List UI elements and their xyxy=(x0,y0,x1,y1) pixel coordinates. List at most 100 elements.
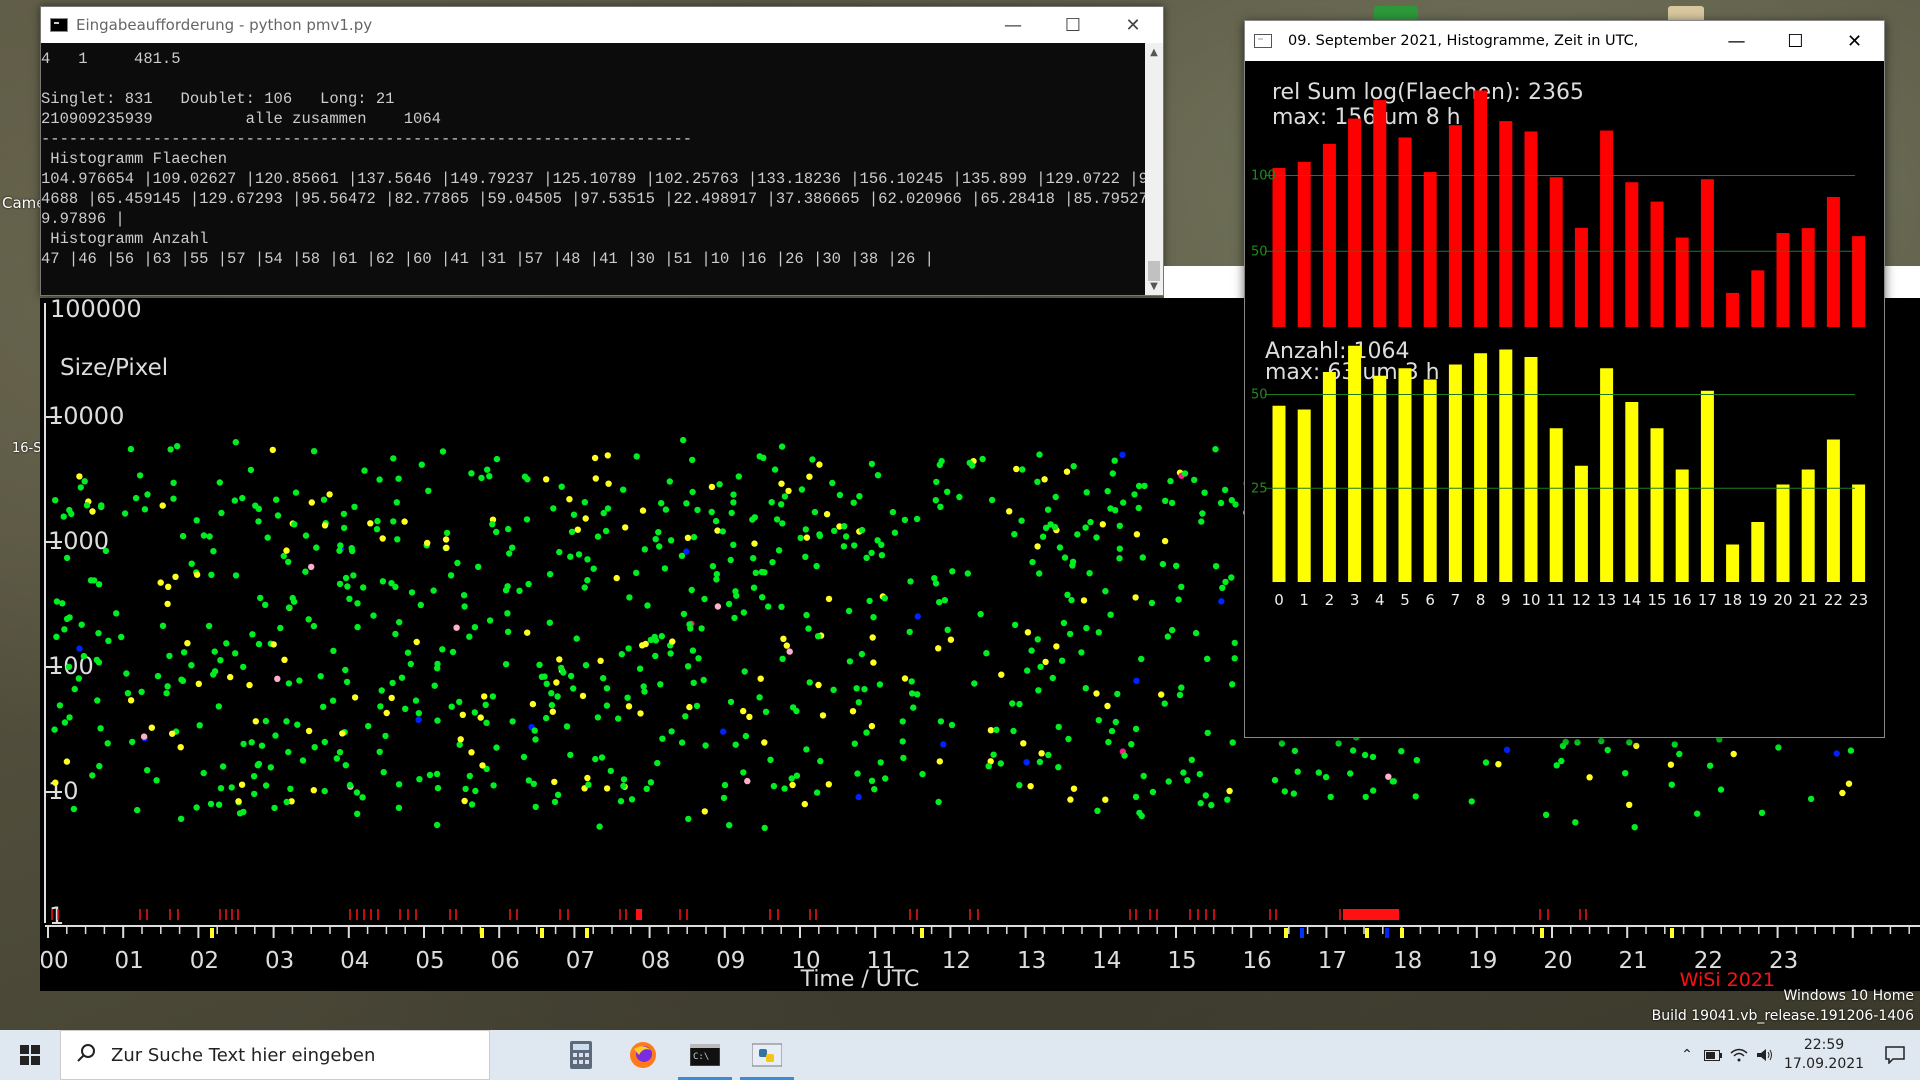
scatter-point xyxy=(1671,741,1678,748)
volume-icon[interactable] xyxy=(1752,1030,1778,1080)
clock[interactable]: 22:59 17.09.2021 xyxy=(1778,1036,1870,1074)
scatter-point xyxy=(603,785,611,792)
scatter-point xyxy=(689,647,697,654)
scatter-point xyxy=(124,690,132,697)
scatter-point xyxy=(618,651,625,658)
scatter-point xyxy=(944,626,951,633)
taskbar-app-calculator[interactable] xyxy=(550,1030,612,1080)
scatter-point xyxy=(246,681,253,689)
scatter-point xyxy=(1188,756,1196,763)
scatter-point xyxy=(439,448,447,455)
scatter-point xyxy=(556,548,563,556)
scatter-point xyxy=(524,629,531,636)
scatter-point xyxy=(712,517,720,525)
scatter-point xyxy=(61,719,69,726)
scatter-point xyxy=(524,476,531,483)
scatter-point xyxy=(1060,619,1068,627)
histogram-titlebar[interactable]: 09. September 2021, Histogramme, Zeit in… xyxy=(1245,21,1884,61)
taskbar-app-python[interactable] xyxy=(736,1030,798,1080)
scatter-point xyxy=(1063,468,1071,475)
scatter-point xyxy=(336,547,343,554)
scatter-point xyxy=(200,532,208,539)
console-output[interactable]: 4 1 481.5 Singlet: 831 Doublet: 106 Long:… xyxy=(41,43,1145,295)
maximize-button[interactable]: ☐ xyxy=(1043,7,1103,43)
scatter-point xyxy=(113,610,120,617)
close-button[interactable]: ✕ xyxy=(1825,21,1884,61)
scatter-point xyxy=(628,796,636,803)
scatter-point xyxy=(850,499,857,506)
scatter-point xyxy=(573,635,580,642)
scatter-point xyxy=(667,650,674,657)
scatter-point xyxy=(998,671,1005,678)
scatter-point xyxy=(558,483,565,490)
scatter-point xyxy=(685,815,692,823)
scatter-point xyxy=(584,577,591,584)
scatter-point xyxy=(868,460,876,468)
scatter-point xyxy=(1482,759,1490,766)
scatter-point xyxy=(1626,801,1633,808)
scatter-point xyxy=(471,624,479,631)
scatter-point xyxy=(136,472,144,479)
anzahl-bar xyxy=(1852,484,1866,582)
scatter-point xyxy=(803,611,810,619)
scatter-point xyxy=(468,801,476,808)
scatter-point xyxy=(615,715,622,722)
taskbar-app-terminal[interactable]: C:\ xyxy=(674,1030,736,1080)
scatter-point xyxy=(868,777,876,784)
scatter-point xyxy=(504,583,511,590)
watermark-edition: Windows 10 Home xyxy=(1783,988,1914,1004)
scatter-point xyxy=(778,443,786,450)
histogram-chart: rel Sum log(Flaechen): 2365max: 156 um 8… xyxy=(1251,80,1868,609)
minimize-button[interactable]: — xyxy=(1707,21,1766,61)
scatter-point xyxy=(543,714,550,722)
console-scrollbar[interactable]: ▲ ▼ xyxy=(1145,43,1163,295)
scatter-point xyxy=(1169,626,1176,634)
search-box[interactable]: Zur Suche Text hier eingeben xyxy=(60,1030,490,1080)
scatter-point xyxy=(731,614,738,622)
scatter-point xyxy=(1069,558,1077,565)
scatter-point xyxy=(871,786,878,793)
console-titlebar[interactable]: Eingabeaufforderung - python pmv1.py — ☐… xyxy=(41,7,1163,43)
flaechen-bar xyxy=(1348,118,1362,327)
scatter-point xyxy=(1104,488,1111,495)
x-tick-label: 09 xyxy=(716,948,745,974)
scatter-point xyxy=(516,587,523,594)
scatter-point xyxy=(1335,740,1342,747)
notification-button[interactable] xyxy=(1870,1046,1920,1064)
scatter-point xyxy=(901,675,909,682)
scroll-up-arrow-icon[interactable]: ▲ xyxy=(1145,43,1163,61)
chevron-up-icon[interactable]: ⌃ xyxy=(1674,1030,1700,1080)
scatter-point xyxy=(816,461,823,468)
anzahl-bar xyxy=(1448,364,1462,582)
scatter-point xyxy=(76,473,83,480)
scatter-point xyxy=(856,493,863,500)
scatter-point xyxy=(296,677,303,684)
scatter-point xyxy=(1361,751,1369,759)
scatter-point xyxy=(249,631,256,638)
event-tick xyxy=(636,909,642,920)
scatter-point xyxy=(592,755,599,763)
maximize-button[interactable]: ☐ xyxy=(1766,21,1825,61)
flaechen-bar xyxy=(1524,131,1538,327)
scatter-point xyxy=(502,661,510,668)
taskbar-app-firefox[interactable] xyxy=(612,1030,674,1080)
scatter-point xyxy=(1176,691,1184,699)
wifi-icon[interactable] xyxy=(1726,1030,1752,1080)
scroll-down-arrow-icon[interactable]: ▼ xyxy=(1145,277,1163,295)
hour-tick-label: 11 xyxy=(1547,591,1566,609)
start-button[interactable] xyxy=(0,1030,60,1080)
close-button[interactable]: ✕ xyxy=(1103,7,1163,43)
minimize-button[interactable]: — xyxy=(983,7,1043,43)
scatter-point xyxy=(412,697,420,704)
battery-icon[interactable] xyxy=(1700,1030,1726,1080)
scatter-point xyxy=(370,612,377,619)
scatter-point xyxy=(277,624,284,632)
scatter-point xyxy=(1087,518,1094,526)
scatter-point xyxy=(1224,796,1231,803)
console-window[interactable]: Eingabeaufforderung - python pmv1.py — ☐… xyxy=(40,6,1164,296)
scatter-point xyxy=(523,516,531,523)
scatter-point xyxy=(1047,521,1054,528)
histogram-window[interactable]: 09. September 2021, Histogramme, Zeit in… xyxy=(1244,20,1885,738)
scatter-point xyxy=(756,694,763,701)
scatter-point xyxy=(1162,497,1169,504)
